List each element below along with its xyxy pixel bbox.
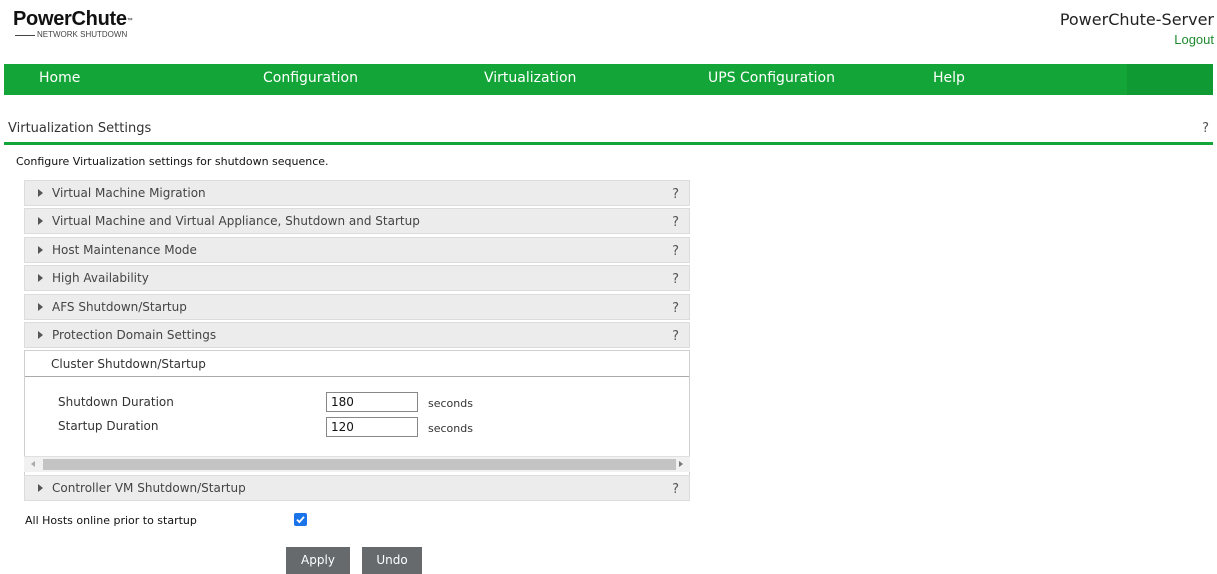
accordion-label: High Availability — [52, 271, 149, 285]
nav-help[interactable]: Help — [933, 64, 965, 95]
nav-home[interactable]: Home — [39, 64, 80, 95]
apply-button[interactable]: Apply — [286, 547, 350, 574]
accordion-vm-appliance-shutdown-startup[interactable]: Virtual Machine and Virtual Appliance, S… — [24, 208, 690, 234]
undo-button[interactable]: Undo — [362, 547, 422, 574]
help-icon[interactable]: ? — [672, 272, 679, 287]
shutdown-duration-label: Shutdown Duration — [58, 395, 174, 409]
accordion-label: Controller VM Shutdown/Startup — [52, 481, 246, 495]
logout-link[interactable]: Logout — [1174, 33, 1214, 47]
page-description: Configure Virtualization settings for sh… — [16, 155, 329, 168]
accordion-vm-migration[interactable]: Virtual Machine Migration ? — [24, 180, 690, 206]
section-divider — [4, 142, 1213, 145]
logo-rule — [15, 34, 35, 36]
help-icon[interactable]: ? — [672, 329, 679, 344]
shutdown-duration-unit: seconds — [428, 397, 473, 410]
accordion-host-maintenance-mode[interactable]: Host Maintenance Mode ? — [24, 237, 690, 263]
main-nav: Home Configuration Virtualization UPS Co… — [4, 64, 1213, 95]
checkmark-icon — [296, 516, 305, 524]
accordion-protection-domain-settings[interactable]: Protection Domain Settings ? — [24, 322, 690, 348]
expand-arrow-icon — [38, 303, 43, 311]
help-icon[interactable]: ? — [672, 244, 679, 259]
logo-subtext: NETWORK SHUTDOWN — [37, 30, 128, 39]
expand-arrow-icon — [38, 484, 43, 492]
logo-trademark: ™ — [126, 18, 133, 24]
nav-virtualization[interactable]: Virtualization — [484, 64, 576, 95]
scrollbar-thumb[interactable] — [43, 459, 676, 470]
all-hosts-online-checkbox[interactable] — [294, 513, 307, 526]
page-title: Virtualization Settings — [8, 121, 152, 136]
horizontal-scrollbar[interactable] — [24, 456, 690, 472]
all-hosts-online-label: All Hosts online prior to startup — [25, 514, 197, 527]
logo-text: PowerChute — [13, 8, 127, 30]
expand-arrow-icon — [38, 331, 43, 339]
accordion-afs-shutdown-startup[interactable]: AFS Shutdown/Startup ? — [24, 294, 690, 320]
accordion-label: Protection Domain Settings — [52, 328, 217, 342]
help-icon[interactable]: ? — [672, 187, 679, 202]
accordion-controller-vm-shutdown-startup[interactable]: Controller VM Shutdown/Startup ? — [24, 475, 690, 501]
help-icon[interactable]: ? — [672, 482, 679, 497]
accordion-label: Host Maintenance Mode — [52, 243, 197, 257]
startup-duration-input[interactable] — [326, 417, 418, 437]
nav-right-block — [1127, 64, 1213, 95]
app-title: PowerChute-Server — [1059, 10, 1214, 29]
expand-arrow-icon — [38, 217, 43, 225]
accordion-label: Virtual Machine and Virtual Appliance, S… — [52, 214, 420, 228]
accordion-label: Virtual Machine Migration — [52, 186, 206, 200]
startup-duration-label: Startup Duration — [58, 419, 159, 433]
page-help-icon[interactable]: ? — [1202, 121, 1209, 136]
help-icon[interactable]: ? — [672, 301, 679, 316]
help-icon[interactable]: ? — [672, 215, 679, 230]
accordion-high-availability[interactable]: High Availability ? — [24, 265, 690, 291]
expand-arrow-icon — [38, 246, 43, 254]
scroll-left-icon[interactable] — [31, 461, 35, 467]
accordion-label: Cluster Shutdown/Startup — [51, 357, 206, 371]
accordion-label: AFS Shutdown/Startup — [52, 300, 187, 314]
shutdown-duration-input[interactable] — [326, 392, 418, 412]
scroll-right-icon[interactable] — [679, 461, 683, 467]
startup-duration-unit: seconds — [428, 422, 473, 435]
powerchute-logo: PowerChute™ NETWORK SHUTDOWN — [13, 8, 133, 40]
accordion-header[interactable]: Cluster Shutdown/Startup — [25, 351, 689, 377]
nav-configuration[interactable]: Configuration — [263, 64, 358, 95]
expand-arrow-icon — [38, 189, 43, 197]
nav-ups-configuration[interactable]: UPS Configuration — [708, 64, 835, 95]
expand-arrow-icon — [38, 274, 43, 282]
